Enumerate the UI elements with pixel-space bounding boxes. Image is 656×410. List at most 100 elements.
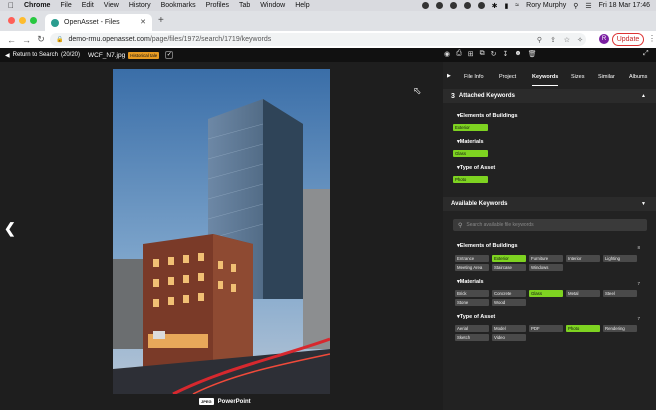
wifi-icon[interactable]: ≈ — [515, 2, 519, 9]
zoom-icon[interactable]: ⚲ — [537, 36, 542, 44]
collapse-panel-icon[interactable]: ▶ — [447, 73, 451, 79]
browser-tab[interactable]: OpenAsset - Files ✕ — [45, 14, 152, 31]
openasset-favicon-icon — [51, 18, 59, 27]
chevron-down-icon[interactable]: ▼ — [641, 201, 646, 207]
back-circle-icon: ◀ — [5, 52, 10, 59]
attached-group-heading[interactable]: ▾Elements of Buildings — [457, 113, 518, 119]
keyword-chip[interactable]: Entrance — [455, 255, 489, 262]
menu-help[interactable]: Help — [295, 2, 309, 9]
duplicate-icon[interactable]: ⧉ — [480, 50, 485, 58]
back-arrow-icon[interactable]: ← — [7, 35, 16, 45]
menu-chrome[interactable]: Chrome — [24, 2, 50, 9]
crop-icon[interactable]: ⊞ — [468, 50, 474, 58]
keyword-chip[interactable]: Metal — [566, 290, 600, 297]
forward-arrow-icon[interactable]: → — [22, 35, 31, 45]
select-checkbox[interactable]: ✓ — [165, 51, 174, 59]
spotlight-icon[interactable]: ⚲ — [573, 2, 578, 10]
attached-group-heading[interactable]: ▾Type of Asset — [457, 165, 495, 171]
keyword-chip[interactable]: Windows — [529, 264, 563, 271]
available-keywords-header[interactable]: Available Keywords ▼ — [443, 197, 656, 211]
keyword-search-input[interactable]: ⚲ Search available file keywords — [453, 219, 647, 231]
print-icon[interactable]: ⎙ — [456, 50, 462, 58]
attached-keywords-header[interactable]: 3 Attached Keywords ▲ — [443, 89, 656, 103]
keyword-chip[interactable]: Model — [492, 325, 526, 332]
keyword-chip[interactable]: Interior — [566, 255, 600, 262]
status-icon[interactable] — [463, 2, 471, 9]
attached-keyword-chip[interactable]: Photo — [453, 176, 488, 183]
tab-project[interactable]: Project — [499, 74, 516, 80]
keyword-chip[interactable]: Steel — [603, 290, 637, 297]
address-bar[interactable]: 🔒 demo-rmu.openasset.com/page/files/1972… — [50, 33, 586, 46]
chevron-up-icon[interactable]: ▲ — [641, 93, 646, 99]
view-icon[interactable]: ◉ — [444, 50, 450, 58]
keyword-chip[interactable]: Meeting Area — [455, 264, 489, 271]
status-icon[interactable] — [449, 2, 457, 9]
apple-icon[interactable]:  — [8, 1, 16, 10]
keyword-chip[interactable]: Wood — [492, 299, 526, 306]
menu-window[interactable]: Window — [260, 2, 285, 9]
keyword-chip[interactable]: Video — [492, 334, 526, 341]
menu-view[interactable]: View — [104, 2, 119, 9]
menu-edit[interactable]: Edit — [82, 2, 94, 9]
control-center-icon[interactable]: ☰ — [585, 2, 591, 10]
menu-profiles[interactable]: Profiles — [206, 2, 229, 9]
keyword-chip[interactable]: Rendering — [603, 325, 637, 332]
menu-bar-user[interactable]: Rory Murphy — [526, 2, 566, 9]
tab-sizes[interactable]: Sizes — [571, 74, 584, 80]
rotate-icon[interactable]: ↻ — [491, 50, 497, 58]
keyword-chip[interactable]: Aerial — [455, 325, 489, 332]
keyword-chip[interactable]: Brick — [455, 290, 489, 297]
available-group-heading[interactable]: ▾Type of Asset — [457, 314, 495, 320]
attached-keyword-chip[interactable]: Exterior — [453, 124, 488, 131]
share-icon[interactable]: ⇪ — [550, 36, 556, 44]
close-tab-icon[interactable]: ✕ — [140, 18, 146, 26]
menu-history[interactable]: History — [129, 2, 151, 9]
keyword-chip[interactable]: Photo — [566, 325, 600, 332]
attached-keyword-chip[interactable]: Glass — [453, 150, 488, 157]
keyword-chip[interactable]: Glass — [529, 290, 563, 297]
previous-image-arrow-icon[interactable]: ❮ — [4, 220, 16, 237]
close-window-button[interactable] — [8, 17, 15, 24]
menu-tab[interactable]: Tab — [239, 2, 250, 9]
available-group-heading[interactable]: ▾Materials — [457, 279, 484, 285]
keyword-chip[interactable]: PDF — [529, 325, 563, 332]
keyword-chip[interactable]: Lighting — [603, 255, 637, 262]
keyword-chip[interactable]: Concrete — [492, 290, 526, 297]
keyword-chip[interactable]: Sketch — [455, 334, 489, 341]
status-icon[interactable] — [421, 2, 429, 9]
menu-bookmarks[interactable]: Bookmarks — [161, 2, 196, 9]
expand-icon[interactable]: ⤢ — [643, 50, 649, 58]
menu-bar-clock[interactable]: Fri 18 Mar 17:46 — [599, 2, 650, 9]
update-button[interactable]: Update — [612, 33, 644, 46]
tab-file-info[interactable]: File Info — [464, 74, 484, 80]
zoom-window-button[interactable] — [30, 17, 37, 24]
status-icon[interactable] — [435, 2, 443, 9]
status-icon[interactable] — [477, 2, 485, 9]
minimize-window-button[interactable] — [19, 17, 26, 24]
share-user-icon[interactable]: ☻ — [514, 50, 521, 58]
tab-keywords[interactable]: Keywords — [532, 74, 559, 86]
download-icon[interactable]: ↧ — [502, 50, 508, 58]
caption-text: PowerPoint — [217, 398, 251, 405]
keyword-chip[interactable]: Staircase — [492, 264, 526, 271]
keyword-chip[interactable]: Stone — [455, 299, 489, 306]
bookmark-star-icon[interactable]: ☆ — [564, 36, 570, 44]
attached-group-heading[interactable]: ▾Materials — [457, 139, 484, 145]
available-group-heading[interactable]: ▾Elements of Buildings — [457, 243, 518, 249]
return-to-search-button[interactable]: ◀ Return to Search (20/20) — [5, 52, 80, 59]
file-name: WCF_N7.jpg — [88, 51, 126, 59]
bluetooth-icon[interactable]: ✱ — [492, 2, 498, 10]
menu-file[interactable]: File — [60, 2, 71, 9]
tab-albums[interactable]: Albums — [629, 74, 647, 80]
battery-icon[interactable]: ▮ — [504, 2, 508, 10]
keyword-chip[interactable]: Furniture — [529, 255, 563, 262]
extensions-icon[interactable]: ✧ — [577, 36, 583, 44]
keyword-chip[interactable]: Exterior — [492, 255, 526, 262]
reload-icon[interactable]: ↻ — [37, 34, 45, 45]
chrome-menu-icon[interactable]: ⋮ — [648, 34, 656, 43]
tab-similar[interactable]: Similar — [598, 74, 615, 80]
new-tab-icon[interactable]: + — [158, 15, 164, 26]
trash-icon[interactable]: 🗑 — [528, 50, 537, 58]
profile-avatar[interactable]: R — [599, 34, 609, 44]
format-badge: JPEG — [199, 398, 214, 405]
